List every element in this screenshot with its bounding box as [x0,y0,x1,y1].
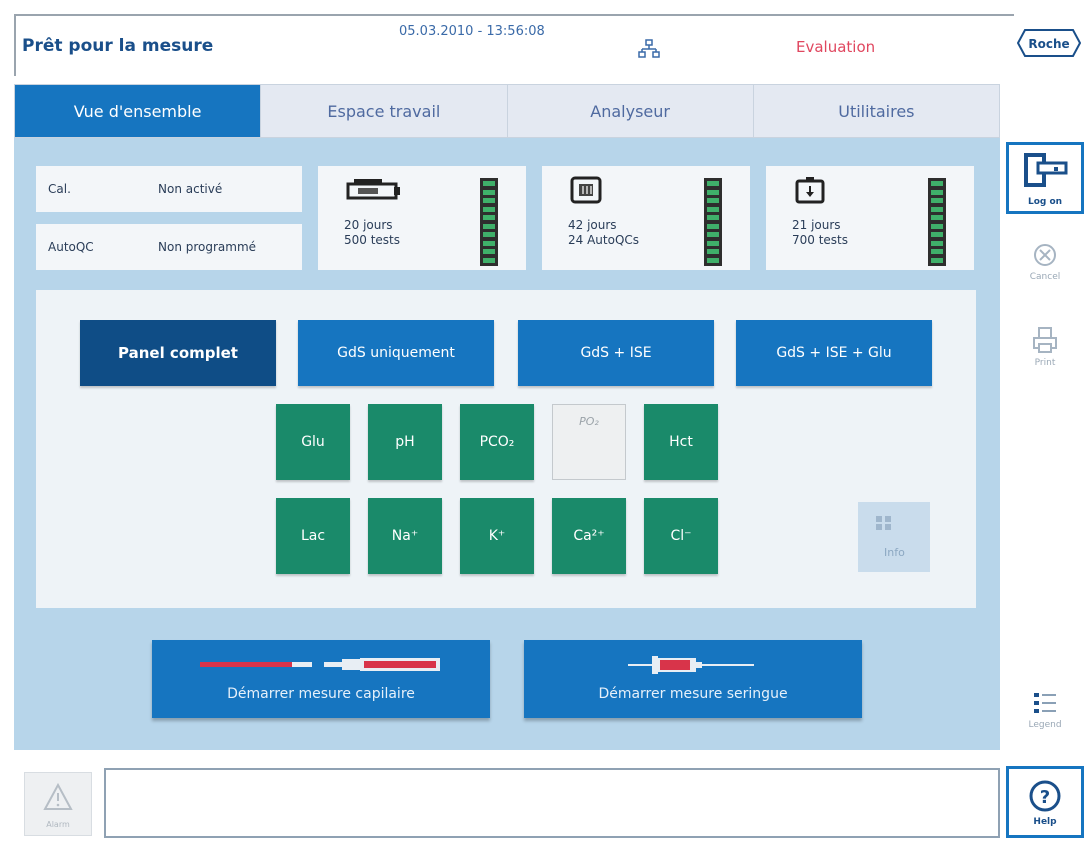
legend-icon [1034,693,1056,713]
fluid-days: 21 jours [792,218,841,232]
tab-analyzer[interactable]: Analyseur [508,85,754,137]
param-pco2[interactable]: PCO₂ [460,404,534,480]
info-label: Info [884,546,905,559]
param-lac[interactable]: Lac [276,498,350,574]
alarm-button[interactable]: Alarm [24,772,92,836]
param-na[interactable]: Na⁺ [368,498,442,574]
svg-text:?: ? [1040,787,1050,808]
capillary-label: Démarrer mesure capilaire [227,686,415,702]
legend-label: Legend [1028,720,1062,730]
autoqc-status[interactable]: AutoQC Non programmé [36,224,302,270]
autoqc-label: AutoQC [48,240,94,254]
help-icon: ? [1029,780,1061,812]
roche-logo: Roche [1017,29,1081,57]
sensor-cartridge-icon [346,179,400,200]
param-glu[interactable]: Glu [276,404,350,480]
qc-count: 24 AutoQCs [568,233,640,247]
fluid-pack-icon [795,177,825,204]
header-bar: Prêt pour la mesure 05.03.2010 - 13:56:0… [14,14,1014,76]
info-button[interactable]: Info [858,502,930,572]
print-button[interactable]: Print [1006,326,1084,376]
fluid-tests: 700 tests [792,233,849,247]
start-syringe-button[interactable]: Démarrer mesure seringue [524,640,862,718]
status-title: Prêt pour la mesure [22,36,214,56]
param-k[interactable]: K⁺ [460,498,534,574]
bg-only-button[interactable]: GdS uniquement [298,320,494,386]
warning-icon [43,783,73,810]
fluid-level-bar [928,178,946,266]
tab-workspace[interactable]: Espace travail [261,85,508,137]
cal-label: Cal. [48,182,71,196]
cancel-button[interactable]: Cancel [1006,242,1084,292]
main-tabs: Vue d'ensemble Espace travail Analyseur … [14,84,1000,138]
qc-days: 42 jours [568,218,617,232]
logon-label: Log on [1027,197,1063,207]
message-area [104,768,1000,838]
bg-ise-glu-button[interactable]: GdS + ISE + Glu [736,320,932,386]
tab-overview[interactable]: Vue d'ensemble [15,85,262,137]
panel-selection-area: Panel complet GdS uniquement GdS + ISE G… [36,290,976,608]
sensor-cartridge-status[interactable]: 20 jours 500 tests [318,166,526,270]
cancel-label: Cancel [1029,272,1061,282]
param-po2[interactable]: PO₂ [552,404,626,480]
print-label: Print [1034,358,1056,368]
capillary-icon [200,658,440,671]
syringe-icon [628,656,754,674]
qc-pack-icon [570,176,602,204]
param-ph[interactable]: pH [368,404,442,480]
fluid-pack-status[interactable]: 21 jours 700 tests [766,166,974,270]
cancel-icon [1034,244,1056,266]
sensor-days: 20 jours [344,218,393,232]
cal-value: Non activé [158,182,223,196]
tab-utilities[interactable]: Utilitaires [754,85,999,137]
roche-logo-text: Roche [1028,37,1069,51]
sensor-level-bar [480,178,498,266]
alarm-label: Alarm [46,820,70,829]
cal-status[interactable]: Cal. Non activé [36,166,302,212]
print-icon [1033,327,1057,353]
help-button[interactable]: ? Help [1006,766,1084,838]
legend-button[interactable]: Legend [1006,690,1084,746]
param-cl[interactable]: Cl⁻ [644,498,718,574]
logon-button[interactable]: Log on [1006,142,1084,214]
param-ca[interactable]: Ca²⁺ [552,498,626,574]
datetime-display: 05.03.2010 - 13:56:08 [399,24,545,39]
full-panel-button[interactable]: Panel complet [80,320,276,386]
param-hct[interactable]: Hct [644,404,718,480]
mode-label: Evaluation [796,38,876,56]
logon-icon [1024,153,1068,187]
sensor-tests: 500 tests [344,233,401,247]
help-label: Help [1033,817,1057,827]
autoqc-value: Non programmé [158,240,257,254]
start-capillary-button[interactable]: Démarrer mesure capilaire [152,640,490,718]
bg-ise-button[interactable]: GdS + ISE [518,320,714,386]
qc-pack-status[interactable]: 42 jours 24 AutoQCs [542,166,750,270]
overview-panel: Cal. Non activé AutoQC Non programmé 20 … [14,138,1000,750]
syringe-label: Démarrer mesure seringue [598,686,788,702]
network-icon [638,39,660,58]
info-grid-icon [876,516,891,530]
qc-level-bar [704,178,722,266]
